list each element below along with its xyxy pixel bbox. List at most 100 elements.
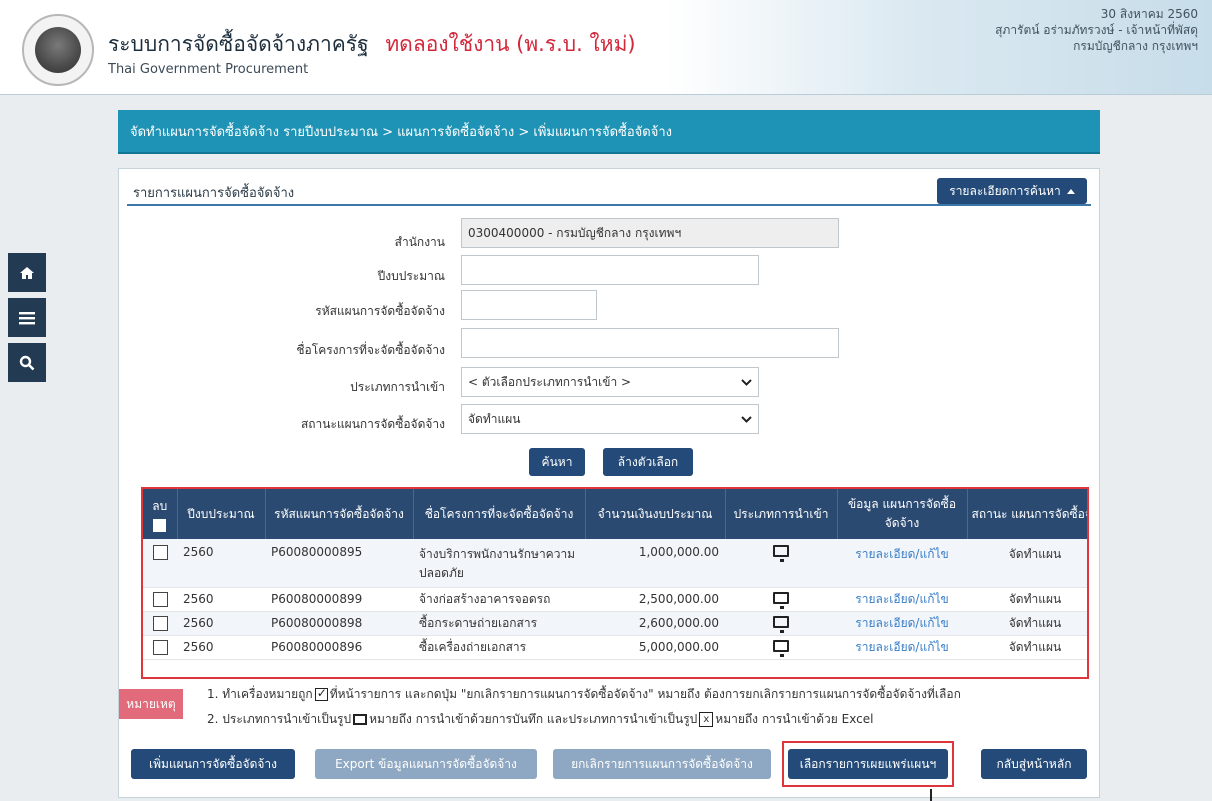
col-status: สถานะ แผนการจัดซื้อจัดจ้ [967,489,1087,539]
table-header-row: ลบ ปีงบประมาณ รหัสแผนการจัดซื้อจัดจ้าง ช… [143,489,1087,539]
row-checkbox[interactable] [152,545,168,560]
row-detail-link[interactable]: รายละเอียด/แก้ไข [837,611,967,636]
app-header: ระบบการจัดซื้อจัดจ้างภาครัฐ ทดลองใช้งาน … [0,0,1212,95]
monitor-icon [773,639,789,657]
cancel-plan-button[interactable]: ยกเลิกรายการแผนการจัดซื้อจัดจ้าง [553,749,771,779]
chevron-down-icon [741,378,752,386]
row-status: จัดทำแผน [967,587,1087,612]
app-title-text: ระบบการจัดซื้อจัดจ้างภาครัฐ [108,32,369,56]
table-row: 2560 P60080000896 ซื้อเครื่องถ่ายเอกสาร … [143,635,1087,660]
select-all-checkbox[interactable] [153,518,167,532]
row-name: จ้างบริการพนักงานรักษาความปลอดภัย [413,539,585,588]
row-code: P60080000899 [265,587,413,612]
col-budget-year: ปีงบประมาณ [177,489,266,539]
search-icon [19,355,35,370]
select-publish-button[interactable]: เลือกรายการเผยแพร่แผนฯ [788,749,948,779]
chevron-down-icon [741,415,752,423]
search-nav-button[interactable] [8,343,46,382]
table-row: 2560 P60080000898 ซื้อกระดาษถ่ายเอกสาร 2… [143,611,1087,636]
row-year: 2560 [177,635,265,660]
import-type-label: ประเภทการนำเข้า [350,380,445,394]
budget-year-label: ปีงบประมาณ [377,269,445,283]
row-year: 2560 [177,587,265,612]
row-name: จ้างก่อสร้างอาคารจอดรถ [413,587,585,612]
app-title: ระบบการจัดซื้อจัดจ้างภาครัฐ ทดลองใช้งาน … [108,28,636,61]
app-subtitle: Thai Government Procurement [108,62,309,77]
menu-icon [19,311,35,324]
breadcrumb: จัดทำแผนการจัดซื้อจัดจ้าง รายปีงบประมาณ … [118,110,1100,154]
home-icon [20,266,34,279]
search-detail-button[interactable]: รายละเอียดการค้นหา [937,178,1087,204]
back-home-button[interactable]: กลับสู่หน้าหลัก [981,749,1087,779]
checkbox-checked-icon [314,686,328,701]
project-name-field[interactable] [461,328,839,358]
row-code: P60080000895 [265,539,413,588]
plan-status-value: จัดทำแผน [468,411,521,426]
current-date: 30 สิงหาคม 2560 [1100,7,1198,21]
panel-divider [127,204,1091,206]
col-plan-info: ข้อมูล แผนการจัดซื้อจัดจ้าง [837,489,968,539]
plan-table: ลบ ปีงบประมาณ รหัสแผนการจัดซื้อจัดจ้าง ช… [143,489,1087,660]
plan-code-field[interactable] [461,290,597,320]
clear-filter-button[interactable]: ล้างตัวเลือก [603,448,693,476]
col-import-type: ประเภทการนำเข้า [725,489,838,539]
user-name: สุภารัตน์ อร่ามภัทรวงษ์ - เจ้าหน้าที่พัส… [995,23,1198,37]
user-info: 30 สิงหาคม 2560 สุภารัตน์ อร่ามภัทรวงษ์ … [995,6,1198,54]
row-code: P60080000896 [265,635,413,660]
import-type-value: < ตัวเลือกประเภทการนำเข้า > [468,374,632,389]
plan-list-panel: รายการแผนการจัดซื้อจัดจ้าง รายละเอียดการ… [118,168,1100,801]
panel-title: รายการแผนการจัดซื้อจัดจ้าง [133,186,295,201]
col-plan-code: รหัสแผนการจัดซื้อจัดจ้าง [265,489,414,539]
row-name: ซื้อเครื่องถ่ายเอกสาร [413,635,585,660]
plan-status-label: สถานะแผนการจัดซื้อจัดจ้าง [300,417,445,431]
row-year: 2560 [177,611,265,636]
row-amount: 2,600,000.00 [585,611,725,636]
user-department: กรมบัญชีกลาง กรุงเทพฯ [1073,39,1198,53]
note-line-1: 1. ทำเครื่องหมายถูกที่หน้ารายการ และกดปุ… [207,685,961,704]
pointer-arrow [930,789,932,801]
monitor-icon [773,591,789,609]
row-status: จัดทำแผน [967,635,1087,660]
export-plan-button[interactable]: Export ข้อมูลแผนการจัดซื้อจัดจ้าง [315,749,537,779]
office-label: สำนักงาน [394,235,445,249]
monitor-icon [773,615,789,633]
search-detail-label: รายละเอียดการค้นหา [949,183,1061,198]
row-name: ซื้อกระดาษถ่ายเอกสาร [413,611,585,636]
trial-label: ทดลองใช้งาน (พ.ร.บ. ใหม่) [385,32,636,56]
search-button[interactable]: ค้นหา [529,448,585,476]
row-amount: 1,000,000.00 [585,539,725,588]
plan-table-frame: ลบ ปีงบประมาณ รหัสแผนการจัดซื้อจัดจ้าง ช… [141,487,1089,679]
menu-nav-button[interactable] [8,298,46,337]
row-year: 2560 [177,539,265,588]
table-row: 2560 P60080000895 จ้างบริการพนักงานรักษา… [143,539,1087,588]
garuda-logo [22,14,94,86]
row-code: P60080000898 [265,611,413,636]
monitor-icon [353,714,368,725]
col-delete: ลบ [143,489,178,539]
row-amount: 5,000,000.00 [585,635,725,660]
col-budget-amount: จำนวนเงินงบประมาณ [585,489,726,539]
row-detail-link[interactable]: รายละเอียด/แก้ไข [837,587,967,612]
note-line-2: 2. ประเภทการนำเข้าเป็นรูป หมายถึง การนำเข… [207,712,874,727]
office-field: 0300400000 - กรมบัญชีกลาง กรุงเทพฯ [461,218,839,248]
chevron-up-icon [1066,189,1075,194]
row-status: จัดทำแผน [967,611,1087,636]
add-plan-button[interactable]: เพิ่มแผนการจัดซื้อจัดจ้าง [131,749,295,779]
row-checkbox[interactable] [152,615,168,631]
plan-code-label: รหัสแผนการจัดซื้อจัดจ้าง [315,304,445,318]
row-status: จัดทำแผน [967,539,1087,588]
row-detail-link[interactable]: รายละเอียด/แก้ไข [837,635,967,660]
col-project-name: ชื่อโครงการที่จะจัดซื้อจัดจ้าง [413,489,586,539]
monitor-icon [773,545,789,562]
home-nav-button[interactable] [8,253,46,292]
row-detail-link[interactable]: รายละเอียด/แก้ไข [837,539,967,588]
excel-icon: x [699,712,714,727]
budget-year-field[interactable] [461,255,759,285]
import-type-select[interactable]: < ตัวเลือกประเภทการนำเข้า > [461,367,759,397]
side-nav [8,253,46,388]
plan-status-select[interactable]: จัดทำแผน [461,404,759,434]
row-checkbox[interactable] [152,639,168,655]
row-checkbox[interactable] [152,591,168,607]
project-name-label: ชื่อโครงการที่จะจัดซื้อจัดจ้าง [296,343,445,357]
table-row: 2560 P60080000899 จ้างก่อสร้างอาคารจอดรถ… [143,587,1087,612]
